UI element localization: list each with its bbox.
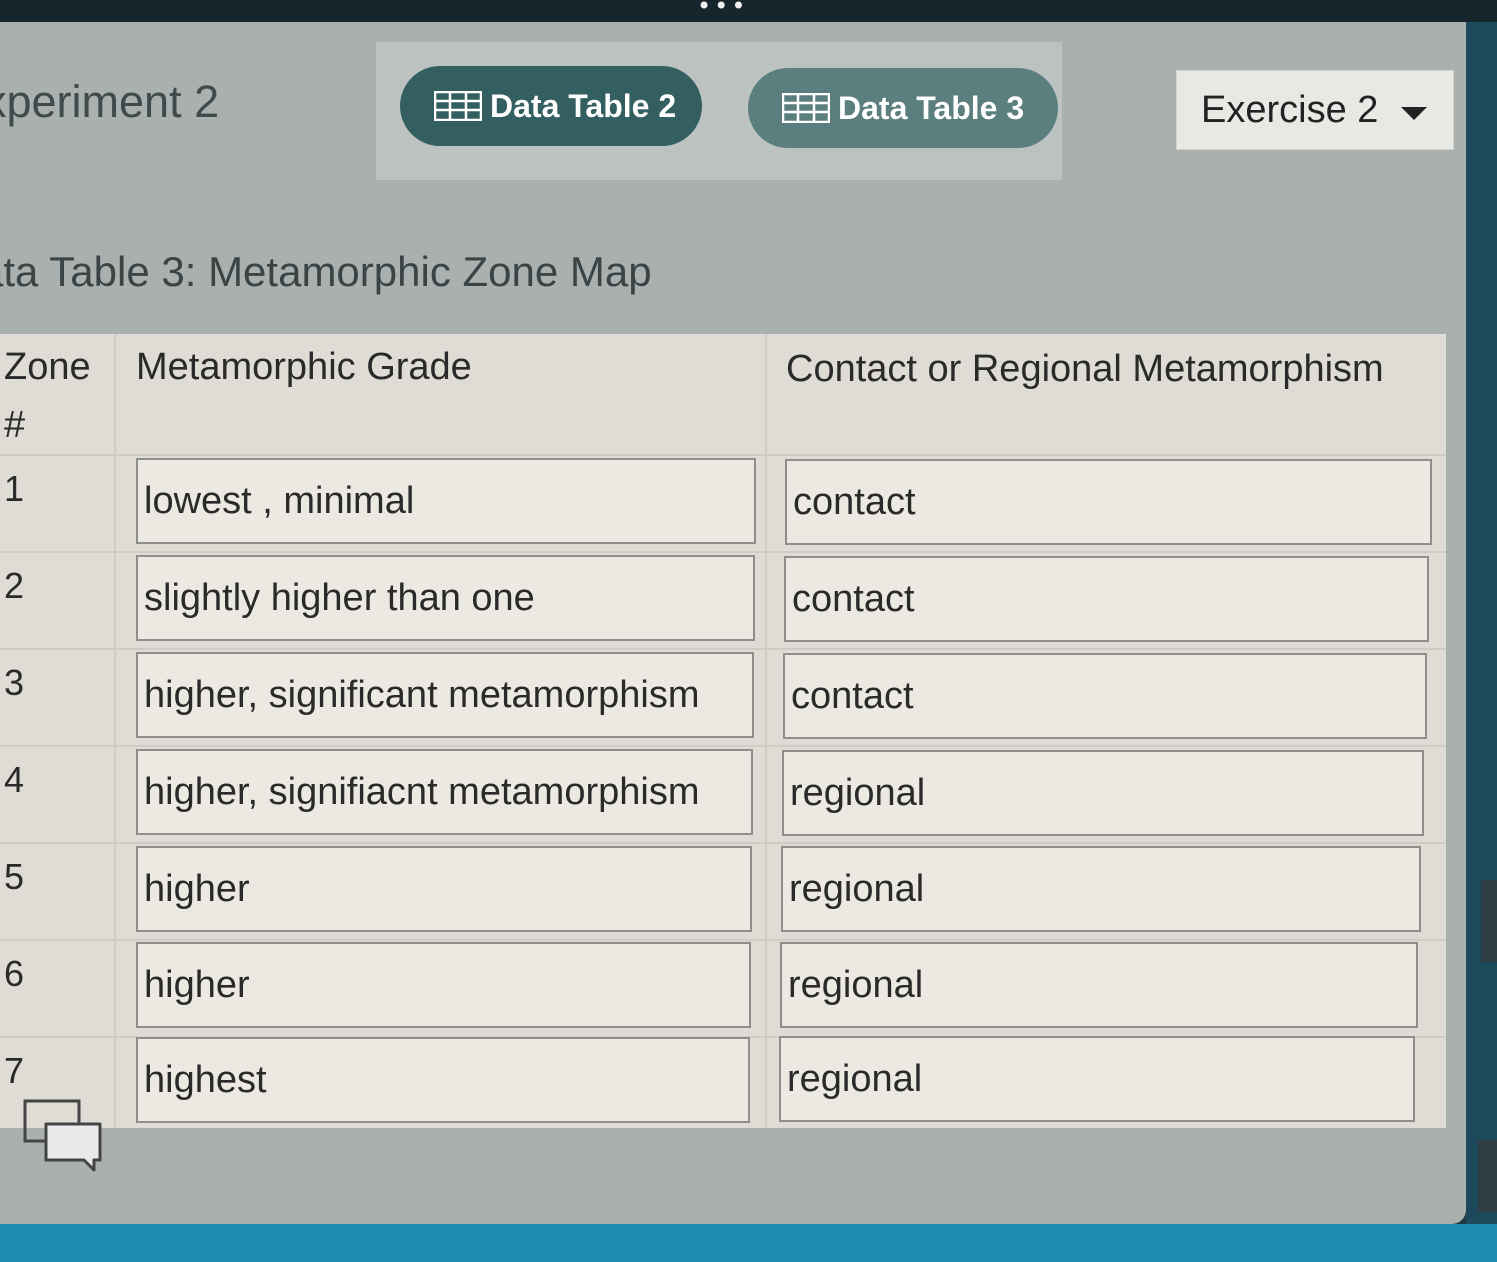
tab-data-table-2[interactable]: Data Table 2 xyxy=(400,66,702,146)
more-options-icon[interactable]: ••• xyxy=(697,0,749,18)
zone-number: 7 xyxy=(4,1050,25,1091)
metamorphism-type-input[interactable]: regional xyxy=(781,846,1421,932)
zone-number: 6 xyxy=(4,953,25,994)
metamorphism-type-input[interactable]: regional xyxy=(779,1036,1415,1122)
grade-input[interactable]: slightly higher than one xyxy=(136,555,755,641)
metamorphism-type-input[interactable]: contact xyxy=(784,556,1429,642)
metamorphism-type-input[interactable]: regional xyxy=(780,942,1418,1028)
row-divider xyxy=(0,842,1446,844)
row-divider xyxy=(0,454,1446,456)
grade-input[interactable]: highest xyxy=(136,1037,750,1123)
table-title: ata Table 3: Metamorphic Zone Map xyxy=(0,248,652,295)
grade-input[interactable]: higher, signifiacnt metamorphism xyxy=(136,749,753,835)
experiment-title: xperiment 2 xyxy=(0,76,220,127)
zone-number: 4 xyxy=(4,759,25,800)
row-divider xyxy=(0,551,1446,553)
background-window-fragment xyxy=(1481,880,1497,962)
chat-bubbles-icon[interactable] xyxy=(22,1098,104,1174)
taskbar-strip xyxy=(0,1224,1497,1262)
zone-number: 3 xyxy=(4,662,25,703)
table-grid-icon xyxy=(434,91,482,121)
row-divider xyxy=(0,648,1446,650)
zone-number: 1 xyxy=(4,468,25,509)
column-header-type: Contact or Regional Metamorphism xyxy=(786,348,1384,390)
exercise-dropdown[interactable]: Exercise 2 xyxy=(1176,70,1454,150)
metamorphism-type-input[interactable]: regional xyxy=(782,750,1424,836)
metamorphism-type-input[interactable]: contact xyxy=(783,653,1427,739)
metamorphism-type-input[interactable]: contact xyxy=(785,459,1432,545)
background-window-fragment xyxy=(1478,1140,1497,1212)
exercise-dropdown-value: Exercise 2 xyxy=(1201,88,1379,131)
tab-data-table-3[interactable]: Data Table 3 xyxy=(748,68,1058,148)
grade-input[interactable]: higher xyxy=(136,942,751,1028)
column-header-zone: Zone # xyxy=(4,346,91,446)
zone-number: 5 xyxy=(4,856,25,897)
grade-input[interactable]: higher xyxy=(136,846,752,932)
table-grid-icon xyxy=(782,93,830,123)
column-header-grade: Metamorphic Grade xyxy=(136,346,472,388)
zone-number: 2 xyxy=(4,565,25,606)
grade-input[interactable]: lowest , minimal xyxy=(136,458,756,544)
row-divider xyxy=(0,939,1446,941)
tab-label: Data Table 2 xyxy=(490,87,677,124)
grade-input[interactable]: higher, significant metamorphism xyxy=(136,652,754,738)
tab-label: Data Table 3 xyxy=(838,89,1025,126)
background-edge xyxy=(1466,22,1497,1224)
chevron-down-icon xyxy=(1401,107,1427,120)
row-divider xyxy=(0,745,1446,747)
